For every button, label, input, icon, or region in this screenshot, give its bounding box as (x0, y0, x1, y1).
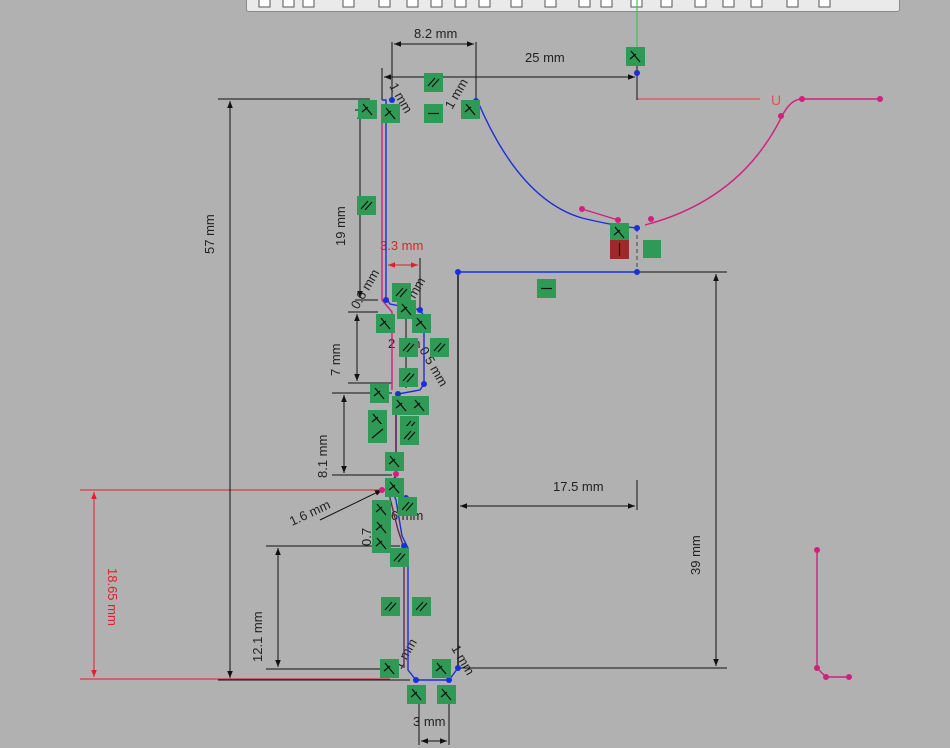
dimension-labels[interactable]: 8.2 mm 25 mm 1 mm 1 mm 57 mm 19 mm 3.3 m… (202, 26, 703, 729)
constraint-fix-icon[interactable] (643, 240, 661, 258)
constraint-glyphs[interactable] (357, 47, 661, 704)
sketch-point-pink[interactable] (799, 96, 805, 102)
dim-19[interactable]: 19 mm (333, 206, 348, 246)
dim-7[interactable]: 7 mm (328, 344, 343, 377)
dim-25[interactable]: 25 mm (525, 50, 565, 65)
extension-lines (218, 42, 727, 745)
sketch-point[interactable] (417, 307, 423, 313)
sketch-points[interactable] (379, 70, 883, 683)
sketch-point-pink[interactable] (615, 217, 621, 223)
profile-blue[interactable] (382, 99, 459, 681)
sketch-point[interactable] (383, 297, 389, 303)
constraint-parallel-icon[interactable] (392, 283, 411, 302)
dim-0-7b[interactable]: 0.7 (359, 528, 374, 546)
sketch-point[interactable] (413, 677, 419, 683)
constraint-parallel-icon[interactable] (390, 548, 409, 567)
sketch-point-pink[interactable] (846, 674, 852, 680)
sketch-point-pink[interactable] (814, 665, 820, 671)
dim-1-bottom-right[interactable]: 1 mm (448, 642, 477, 678)
origin-axes: U (636, 0, 781, 272)
constraint-parallel-icon[interactable] (398, 497, 417, 516)
dim-8-1[interactable]: 8.1 mm (315, 435, 330, 478)
sketch-point[interactable] (455, 269, 461, 275)
constraint-parallel-icon[interactable] (357, 196, 376, 215)
sketch-viewport[interactable]: U 18.65 mm 8.2 mm 25 mm 1 mm 1 mm 57 mm … (0, 0, 950, 748)
sketch-point[interactable] (634, 70, 640, 76)
arc-pink[interactable] (644, 98, 880, 226)
sketch-point[interactable] (421, 381, 427, 387)
dim-57[interactable]: 57 mm (202, 214, 217, 254)
sketch-point[interactable] (389, 97, 395, 103)
constraint-parallel-icon[interactable] (399, 338, 418, 357)
constraint-parallel-icon[interactable] (399, 368, 418, 387)
dim-0-6[interactable]: 0.6 mm (348, 266, 383, 311)
sketch-point-pink[interactable] (823, 674, 829, 680)
u-axis-label: U (771, 92, 781, 108)
arc-blue[interactable] (477, 101, 638, 229)
constraint-parallel-icon[interactable] (381, 597, 400, 616)
dimension-lines (227, 41, 719, 744)
dim-3[interactable]: 3 mm (413, 714, 446, 729)
dim-18-65-label: 18.65 mm (105, 568, 120, 626)
sketch-point-pink[interactable] (393, 471, 399, 477)
dim-8-2[interactable]: 8.2 mm (414, 26, 457, 41)
constraint-parallel-icon[interactable] (424, 73, 443, 92)
sketch-geometry[interactable] (381, 98, 880, 681)
constraint-parallel-icon[interactable] (430, 338, 449, 357)
sketch-point[interactable] (634, 269, 640, 275)
constraint-parallel-icon[interactable] (412, 597, 431, 616)
dim-1-6[interactable]: 1.6 mm (287, 497, 333, 529)
dim-17-5[interactable]: 17.5 mm (553, 479, 604, 494)
sketch-point-pink[interactable] (814, 547, 820, 553)
sketch-canvas[interactable]: U 18.65 mm 8.2 mm 25 mm 1 mm 1 mm 57 mm … (0, 0, 950, 748)
constraint-parallel-icon[interactable] (400, 426, 419, 445)
driven-dimension-18-65[interactable]: 18.65 mm (80, 489, 390, 680)
arc-pink-stub[interactable] (581, 208, 619, 221)
dim-39[interactable]: 39 mm (688, 535, 703, 575)
dim-12-1[interactable]: 12.1 mm (250, 611, 265, 662)
sketch-point-pink[interactable] (379, 487, 385, 493)
sketch-point-pink[interactable] (648, 216, 654, 222)
sketch-point-pink[interactable] (579, 206, 585, 212)
pink-l-shape[interactable] (816, 550, 849, 678)
sketch-point-pink[interactable] (877, 96, 883, 102)
sketch-point-pink[interactable] (778, 113, 784, 119)
sketch-point[interactable] (634, 225, 640, 231)
sketch-point[interactable] (455, 665, 461, 671)
